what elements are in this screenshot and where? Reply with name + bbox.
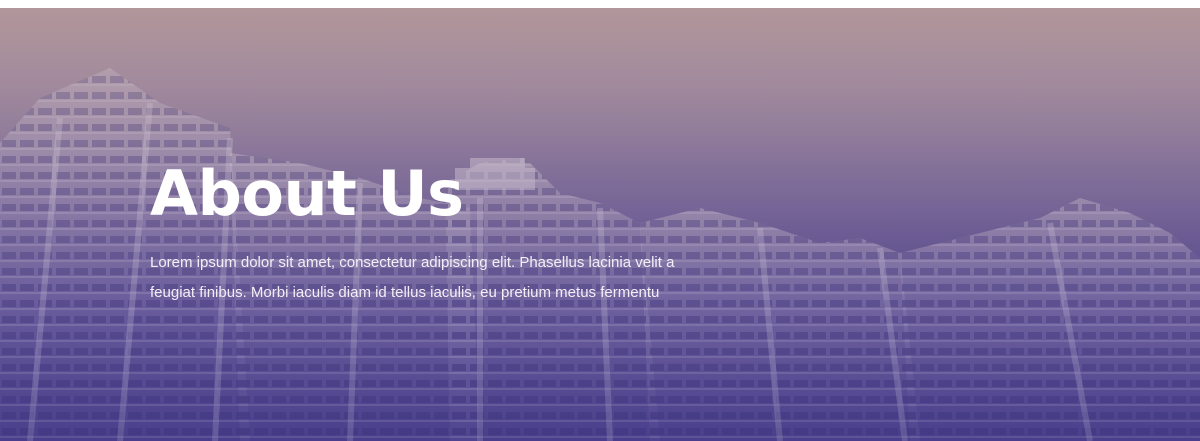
hero-description-line-2: feugiat finibus. Morbi iaculis diam id t… xyxy=(150,284,660,301)
top-strip xyxy=(0,0,1200,8)
page: About Us Lorem ipsum dolor sit amet, con… xyxy=(0,0,1200,441)
hero-description-line-1: Lorem ipsum dolor sit amet, consectetur … xyxy=(150,254,675,271)
hero-description: Lorem ipsum dolor sit amet, consectetur … xyxy=(150,248,750,308)
hero-content: About Us Lorem ipsum dolor sit amet, con… xyxy=(150,156,770,308)
hero-banner: About Us Lorem ipsum dolor sit amet, con… xyxy=(0,8,1200,441)
page-title: About Us xyxy=(150,157,464,230)
